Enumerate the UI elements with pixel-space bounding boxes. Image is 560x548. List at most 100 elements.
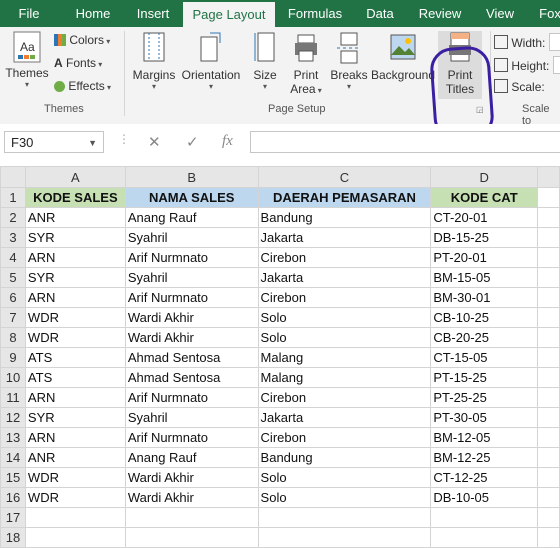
data-cell[interactable]: CT-12-25 xyxy=(430,467,539,488)
data-cell[interactable]: Syahril xyxy=(124,227,259,248)
header-cell[interactable]: NAMA SALES xyxy=(124,187,259,208)
data-cell[interactable]: Cirebon xyxy=(257,247,432,268)
tab-file[interactable]: File xyxy=(10,0,48,27)
row-header[interactable]: 18 xyxy=(0,527,26,548)
data-cell[interactable]: Solo xyxy=(257,487,432,508)
data-cell[interactable]: CT-20-01 xyxy=(430,207,539,228)
column-header-e[interactable] xyxy=(537,166,560,188)
colors-button[interactable]: Colors ▾ xyxy=(54,33,110,47)
header-cell[interactable]: DAERAH PEMASARAN xyxy=(257,187,432,208)
print-area-button[interactable]: Print Area ▾ xyxy=(286,31,326,96)
height-control[interactable]: Height: xyxy=(494,56,560,74)
data-cell[interactable]: WDR xyxy=(24,467,126,488)
data-cell[interactable]: CB-20-25 xyxy=(430,327,539,348)
data-cell[interactable]: Jakarta xyxy=(257,407,432,428)
empty-cell[interactable] xyxy=(537,227,560,248)
data-cell[interactable]: Wardi Akhir xyxy=(124,467,259,488)
empty-cell[interactable] xyxy=(537,287,560,308)
data-cell[interactable]: BM-30-01 xyxy=(430,287,539,308)
data-cell[interactable]: SYR xyxy=(24,227,126,248)
themes-button[interactable]: Aa Themes ▾ xyxy=(4,31,50,89)
data-cell[interactable]: ARN xyxy=(24,427,126,448)
data-cell[interactable]: Jakarta xyxy=(257,227,432,248)
chevron-down-icon[interactable]: ▼ xyxy=(88,132,97,154)
data-cell[interactable]: Malang xyxy=(257,347,432,368)
empty-cell[interactable] xyxy=(537,527,560,548)
data-cell[interactable]: ARN xyxy=(24,387,126,408)
row-header[interactable]: 7 xyxy=(0,307,26,328)
empty-cell[interactable] xyxy=(430,507,539,528)
row-header[interactable]: 16 xyxy=(0,487,26,508)
size-button[interactable]: Size ▾ xyxy=(248,31,282,91)
data-cell[interactable]: PT-25-25 xyxy=(430,387,539,408)
data-cell[interactable]: ANR xyxy=(24,207,126,228)
data-cell[interactable]: PT-15-25 xyxy=(430,367,539,388)
data-cell[interactable]: Malang xyxy=(257,367,432,388)
data-cell[interactable]: Wardi Akhir xyxy=(124,327,259,348)
data-cell[interactable]: Solo xyxy=(257,467,432,488)
data-cell[interactable]: Arif Nurmnato xyxy=(124,247,259,268)
data-cell[interactable]: Wardi Akhir xyxy=(124,307,259,328)
data-cell[interactable]: Arif Nurmnato xyxy=(124,427,259,448)
width-select[interactable] xyxy=(548,33,560,51)
row-header[interactable]: 5 xyxy=(0,267,26,288)
effects-button[interactable]: Effects ▾ xyxy=(54,79,111,93)
data-cell[interactable]: DB-15-25 xyxy=(430,227,539,248)
tab-page-layout[interactable]: Page Layout xyxy=(183,2,275,27)
data-cell[interactable]: ANR xyxy=(24,447,126,468)
tab-data[interactable]: Data xyxy=(360,0,400,27)
empty-cell[interactable] xyxy=(124,527,259,548)
data-cell[interactable]: Syahril xyxy=(124,407,259,428)
margins-button[interactable]: Margins ▾ xyxy=(130,31,178,91)
empty-cell[interactable] xyxy=(537,407,560,428)
empty-cell[interactable] xyxy=(537,387,560,408)
empty-cell[interactable] xyxy=(537,247,560,268)
empty-cell[interactable] xyxy=(430,527,539,548)
data-cell[interactable]: Solo xyxy=(257,307,432,328)
width-control[interactable]: Width: xyxy=(494,33,560,51)
data-cell[interactable]: WDR xyxy=(24,487,126,508)
empty-cell[interactable] xyxy=(537,367,560,388)
data-cell[interactable]: Wardi Akhir xyxy=(124,487,259,508)
empty-cell[interactable] xyxy=(24,527,126,548)
column-header-c[interactable]: C xyxy=(257,166,432,188)
column-header-d[interactable]: D xyxy=(430,166,539,188)
name-box[interactable]: F30 ▼ xyxy=(4,131,104,153)
row-header[interactable]: 14 xyxy=(0,447,26,468)
header-cell[interactable]: KODE CAT xyxy=(430,187,539,208)
empty-cell[interactable] xyxy=(537,347,560,368)
data-cell[interactable]: SYR xyxy=(24,407,126,428)
row-header[interactable]: 15 xyxy=(0,467,26,488)
empty-cell[interactable] xyxy=(537,267,560,288)
header-cell[interactable]: KODE SALES xyxy=(24,187,126,208)
enter-icon[interactable]: ✓ xyxy=(186,133,199,151)
row-header[interactable]: 13 xyxy=(0,427,26,448)
data-cell[interactable]: WDR xyxy=(24,307,126,328)
row-header[interactable]: 6 xyxy=(0,287,26,308)
empty-cell[interactable] xyxy=(537,207,560,228)
tab-formulas[interactable]: Formulas xyxy=(282,0,348,27)
empty-cell[interactable] xyxy=(537,187,560,208)
data-cell[interactable]: PT-20-01 xyxy=(430,247,539,268)
tab-fox[interactable]: Fox xyxy=(530,0,560,27)
data-cell[interactable]: BM-12-05 xyxy=(430,427,539,448)
column-header-b[interactable]: B xyxy=(124,166,259,188)
row-header[interactable]: 17 xyxy=(0,507,26,528)
row-header[interactable]: 12 xyxy=(0,407,26,428)
scale-control[interactable]: Scale: xyxy=(494,79,545,94)
data-cell[interactable]: Jakarta xyxy=(257,267,432,288)
data-cell[interactable]: ARN xyxy=(24,287,126,308)
orientation-button[interactable]: Orientation ▾ xyxy=(180,31,242,91)
empty-cell[interactable] xyxy=(257,527,432,548)
background-button[interactable]: Background xyxy=(370,31,436,82)
row-header[interactable]: 9 xyxy=(0,347,26,368)
row-header[interactable]: 11 xyxy=(0,387,26,408)
select-all-corner[interactable] xyxy=(0,166,26,188)
tab-home[interactable]: Home xyxy=(68,0,118,27)
empty-cell[interactable] xyxy=(537,447,560,468)
data-cell[interactable]: ARN xyxy=(24,247,126,268)
data-cell[interactable]: Ahmad Sentosa xyxy=(124,367,259,388)
data-cell[interactable]: Cirebon xyxy=(257,427,432,448)
row-header[interactable]: 2 xyxy=(0,207,26,228)
empty-cell[interactable] xyxy=(537,507,560,528)
